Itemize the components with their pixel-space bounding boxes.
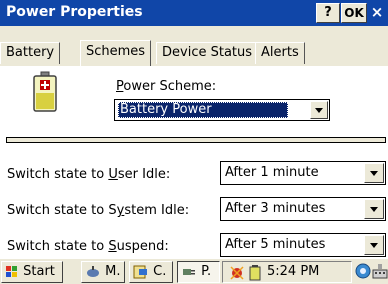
chevron-down-icon[interactable] <box>364 199 384 219</box>
suspend-value: After 5 minutes <box>225 237 326 252</box>
power-scheme-label: Power Scheme: <box>116 79 217 94</box>
power-plug-icon <box>183 268 195 275</box>
tab-strip: Battery Schemes Device Status Alerts <box>0 40 388 66</box>
taskbar-item-c[interactable]: C. <box>129 261 173 283</box>
clock[interactable]: 5:24 PM <box>267 264 319 279</box>
chevron-down-icon[interactable] <box>364 235 384 255</box>
power-scheme-select[interactable]: Battery Power <box>114 99 330 121</box>
system-idle-value: After 3 minutes <box>225 201 326 216</box>
power-scheme-value: Battery Power <box>118 102 288 118</box>
start-button[interactable]: Start <box>1 261 63 283</box>
suspend-label: Switch state to Suspend: <box>7 239 169 254</box>
keyboard-icon[interactable] <box>372 262 388 280</box>
dialog-body: Battery Schemes Device Status Alerts Pow… <box>0 26 388 258</box>
user-idle-label: Switch state to User Idle: <box>7 167 171 182</box>
browser-icon[interactable] <box>355 263 371 279</box>
mouse-icon <box>87 265 99 277</box>
help-button[interactable]: ? <box>316 3 340 23</box>
user-idle-select[interactable]: After 1 minute <box>220 161 386 185</box>
tab-battery[interactable]: Battery <box>0 42 61 64</box>
tab-alerts[interactable]: Alerts <box>255 42 305 64</box>
taskbar: Start M. C. P. 5:24 PM <box>0 258 388 284</box>
battery-icon <box>33 71 57 112</box>
system-tray: 5:24 PM <box>222 261 352 283</box>
system-idle-select[interactable]: After 3 minutes <box>220 197 386 221</box>
control-panel-icon <box>133 265 147 278</box>
chevron-down-icon[interactable] <box>310 101 328 119</box>
tab-device-status[interactable]: Device Status <box>156 42 259 64</box>
separator-bar <box>6 137 386 143</box>
taskbar-item-p[interactable]: P. <box>177 261 220 283</box>
system-idle-label: Switch state to System Idle: <box>7 203 190 218</box>
ok-button[interactable]: OK <box>341 3 367 23</box>
close-button[interactable]: × <box>368 3 386 23</box>
battery-status-icon[interactable] <box>248 264 262 282</box>
title-bar: Power Properties ? OK × <box>0 0 388 26</box>
window-title: Power Properties <box>6 4 143 20</box>
start-label: Start <box>23 264 55 279</box>
tab-schemes[interactable]: Schemes <box>80 40 152 66</box>
user-idle-value: After 1 minute <box>225 165 319 180</box>
windows-flag-icon <box>6 265 17 277</box>
taskbar-item-m[interactable]: M. <box>81 261 125 283</box>
schemes-panel: Power Scheme: Battery Power Switch state… <box>0 67 388 258</box>
suspend-select[interactable]: After 5 minutes <box>220 233 386 257</box>
chevron-down-icon[interactable] <box>364 163 384 183</box>
network-icon[interactable] <box>229 265 245 281</box>
